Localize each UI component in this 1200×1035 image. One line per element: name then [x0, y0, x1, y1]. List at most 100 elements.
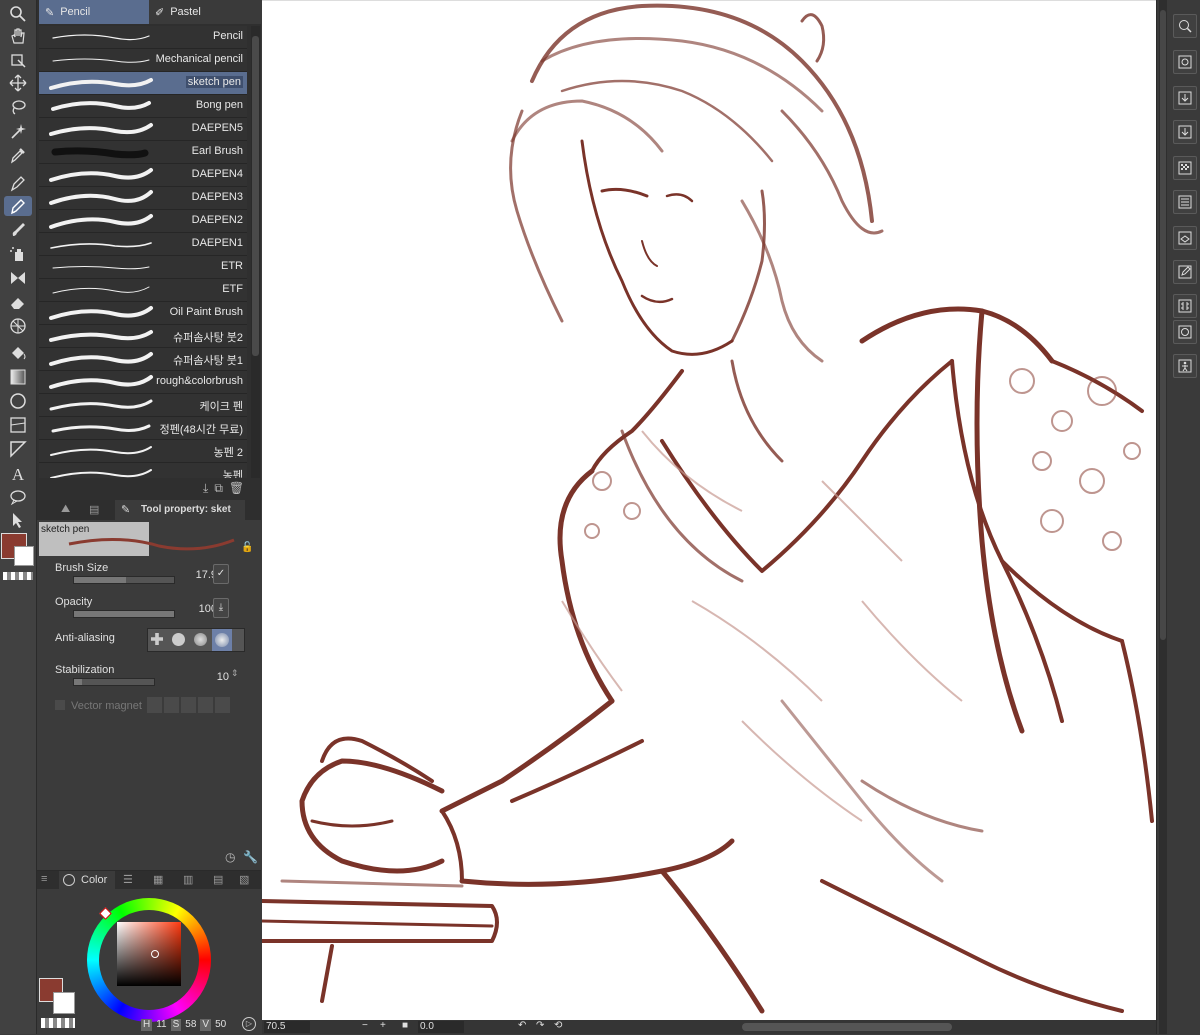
intermediate-color-tab-icon[interactable]: ▥ [183, 873, 193, 886]
airbrush-icon[interactable] [4, 243, 32, 263]
balloon-icon[interactable] [4, 487, 32, 507]
brush-item[interactable]: DAEPEN5 [39, 118, 247, 141]
stabilization-slider[interactable] [73, 678, 155, 686]
color-picker-cursor[interactable] [151, 950, 159, 958]
brush-item[interactable]: sketch pen [39, 72, 247, 95]
brush-icon[interactable] [4, 219, 32, 239]
angle-field[interactable]: 0.0 [418, 1021, 464, 1033]
wrench-icon[interactable]: 🔧 [243, 850, 258, 864]
reset-rotation-icon[interactable]: ⟲ [554, 1020, 562, 1031]
tab-pencil[interactable]: ✎ Pencil [39, 0, 151, 24]
rotate-left-icon[interactable]: ↶ [518, 1020, 526, 1031]
layer-property-icon[interactable] [1173, 190, 1197, 214]
anti-aliasing-selector[interactable] [147, 628, 245, 652]
3d-icon[interactable] [1173, 320, 1197, 344]
saturation-value-square[interactable] [117, 922, 181, 986]
pose-icon[interactable] [1173, 354, 1197, 378]
brush-item[interactable]: rough&colorbrush [39, 371, 247, 394]
stabilization-spinner[interactable]: ⇕ [231, 668, 239, 679]
color-slider-tab-icon[interactable]: ☰ [123, 873, 133, 886]
color-set-tab-icon[interactable]: ▦ [153, 873, 163, 886]
scroll-thumb[interactable] [252, 36, 259, 356]
tab-color[interactable]: Color [59, 871, 115, 889]
brush-item[interactable]: Mechanical pencil [39, 49, 247, 72]
duplicate-icon[interactable]: ⧉ [214, 481, 223, 497]
drawing-canvas[interactable] [260, 0, 1156, 1021]
brush-shape-tab-icon[interactable]: ⛰ [61, 503, 70, 516]
zoom-in-icon[interactable]: + [380, 1020, 386, 1031]
pen-icon[interactable] [4, 173, 32, 193]
hand-icon[interactable] [4, 26, 32, 46]
brush-item[interactable]: DAEPEN3 [39, 187, 247, 210]
brush-item[interactable]: 케이크 펜 [39, 394, 247, 417]
color-panel-transparent-swatch[interactable] [41, 1018, 75, 1028]
zoom-field[interactable]: 70.5 [264, 1021, 310, 1033]
opacity-slider[interactable] [73, 610, 175, 618]
brush-item[interactable]: 슈퍼솜사탕 붓2 [39, 325, 247, 348]
ruler-icon[interactable] [4, 439, 32, 459]
brush-item[interactable]: Pencil [39, 26, 247, 49]
brush-item[interactable]: 슈퍼솜사탕 붓1 [39, 348, 247, 371]
gradient-icon[interactable] [4, 367, 32, 387]
history-tab-icon[interactable]: ▧ [239, 873, 249, 886]
stabilization-value[interactable]: 10 [217, 671, 229, 683]
brush-item[interactable]: Bong pen [39, 95, 247, 118]
brush-item[interactable]: Earl Brush [39, 141, 247, 164]
import-icon[interactable] [1173, 120, 1197, 144]
aa-medium-icon[interactable] [194, 633, 207, 646]
frame-icon[interactable] [4, 415, 32, 435]
approximate-color-tab-icon[interactable]: ▤ [213, 873, 223, 886]
brush-item[interactable]: ETF [39, 279, 247, 302]
magic-wand-icon[interactable] [4, 121, 32, 141]
object-select-icon[interactable] [4, 510, 32, 530]
pencil-icon[interactable] [4, 196, 32, 216]
dock-scrollbar[interactable] [1159, 0, 1167, 1034]
vector-magnet-checkbox[interactable] [55, 700, 65, 710]
aa-strong-selected[interactable] [212, 629, 232, 651]
lock-icon[interactable]: 🔓 [241, 542, 253, 553]
clock-icon[interactable]: ◷ [225, 850, 235, 864]
brush-item[interactable]: Oil Paint Brush [39, 302, 247, 325]
fit-icon[interactable]: ■ [402, 1020, 408, 1031]
brush-item[interactable]: 농펜 2 [39, 440, 247, 463]
aa-weak-icon[interactable] [172, 633, 185, 646]
vector-magnet-selector[interactable] [147, 697, 231, 713]
sub-color-swatch[interactable] [14, 546, 34, 566]
transparent-color-swatch[interactable] [3, 572, 33, 580]
edit-icon[interactable] [1173, 260, 1197, 284]
tone-icon[interactable] [1173, 156, 1197, 180]
fill-icon[interactable] [4, 343, 32, 363]
layer-icon[interactable] [1173, 226, 1197, 250]
play-icon[interactable]: ▷ [242, 1017, 256, 1031]
brush-item[interactable]: DAEPEN2 [39, 210, 247, 233]
opacity-pressure-button[interactable]: ⤓ [213, 598, 229, 618]
blend-icon[interactable] [4, 316, 32, 336]
eyedropper-icon[interactable] [4, 145, 32, 165]
zoom-out-icon[interactable]: − [362, 1020, 368, 1031]
text-icon[interactable]: A [4, 463, 32, 483]
rotate-icon[interactable] [4, 50, 32, 70]
material-download-icon[interactable] [1173, 86, 1197, 110]
rotate-right-icon[interactable]: ↷ [536, 1020, 544, 1031]
figure-icon[interactable] [4, 391, 32, 411]
horizontal-scrollbar[interactable] [742, 1023, 952, 1031]
decoration-icon[interactable] [4, 268, 32, 288]
brush-size-pressure-button[interactable]: ✓ [213, 564, 229, 584]
eraser-icon[interactable] [4, 292, 32, 312]
color-panel-sub-swatch[interactable] [53, 992, 75, 1014]
layer-tab-icon[interactable]: ▤ [89, 503, 99, 516]
panel-menu-icon[interactable]: ≡ [41, 873, 47, 885]
sub-view-icon[interactable] [1173, 50, 1197, 74]
download-icon[interactable]: ⤓ [203, 481, 208, 497]
brush-item[interactable]: DAEPEN4 [39, 164, 247, 187]
history-icon[interactable] [1173, 294, 1197, 318]
tab-pastel[interactable]: ✐ Pastel [149, 0, 263, 24]
brush-item[interactable]: 농펜 [39, 463, 247, 478]
brush-item[interactable]: DAEPEN1 [39, 233, 247, 256]
move-icon[interactable] [4, 73, 32, 93]
aa-none-icon[interactable] [151, 633, 163, 645]
navigator-icon[interactable] [1173, 14, 1197, 38]
tab-tool-property[interactable]: ✎ Tool property: sket [115, 500, 245, 520]
brush-item[interactable]: ETR [39, 256, 247, 279]
brush-list-scrollbar[interactable] [251, 26, 260, 478]
